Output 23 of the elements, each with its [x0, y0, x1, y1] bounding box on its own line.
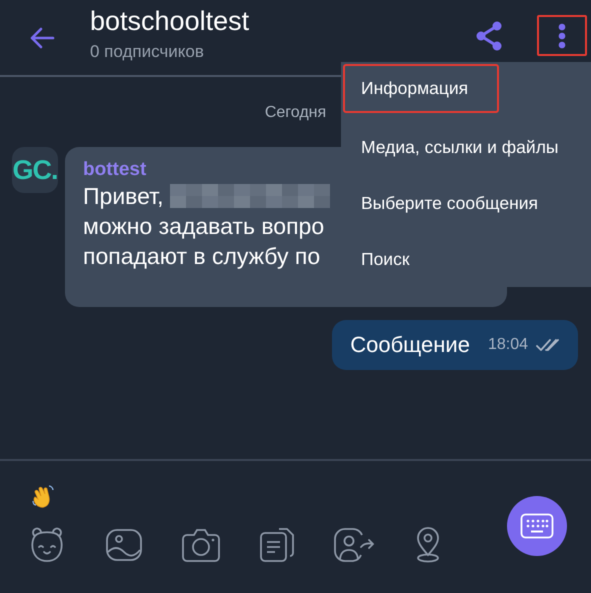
- menu-item[interactable]: Выберите сообщения: [343, 176, 589, 232]
- message-text: Сообщение: [350, 332, 470, 358]
- menu-item[interactable]: Информация: [343, 64, 499, 113]
- message-time: 18:04: [488, 336, 528, 354]
- message-text: попадают в службу по: [83, 242, 320, 270]
- share-icon[interactable]: [475, 20, 503, 50]
- message-text: можно задавать вопро: [83, 212, 324, 240]
- more-vertical-icon: [558, 22, 566, 48]
- share-contact-icon[interactable]: [333, 527, 375, 563]
- camera-icon[interactable]: [181, 527, 221, 563]
- image-icon[interactable]: [105, 528, 143, 562]
- message-text: Привет,: [83, 182, 164, 210]
- menu-item[interactable]: Поиск: [343, 231, 589, 287]
- menu-item[interactable]: Медиа, ссылки и файлы: [343, 120, 589, 176]
- sender-name: bottest: [83, 159, 148, 181]
- subscriber-count: 0 подписчиков: [90, 42, 205, 62]
- more-button[interactable]: [537, 15, 587, 56]
- documents-icon[interactable]: [259, 527, 295, 563]
- keyboard-icon: [520, 513, 554, 539]
- date-divider: Сегодня: [264, 103, 326, 123]
- channel-avatar: GC.: [12, 147, 58, 193]
- back-arrow-icon[interactable]: [29, 26, 55, 48]
- channel-title: botschooltest: [90, 5, 250, 37]
